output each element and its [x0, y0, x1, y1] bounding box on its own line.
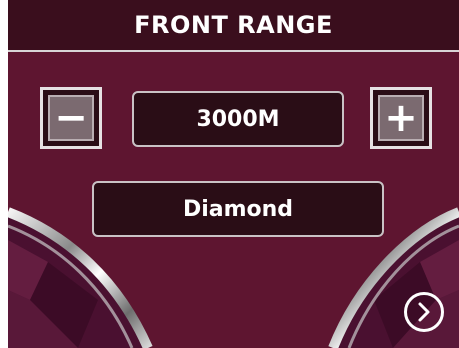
range-value: 3000M: [196, 106, 280, 132]
minus-icon: −: [48, 95, 94, 141]
chevron-right-circle-icon: [418, 302, 430, 322]
decrease-range-button[interactable]: −: [40, 87, 102, 149]
increase-range-button[interactable]: +: [370, 87, 432, 149]
page-title: FRONT RANGE: [134, 11, 333, 39]
title-bar: FRONT RANGE: [8, 0, 459, 52]
plus-icon: +: [378, 95, 424, 141]
mode-field[interactable]: Diamond: [92, 181, 384, 237]
mode-value: Diamond: [182, 196, 294, 222]
next-button[interactable]: [404, 292, 444, 332]
range-value-field: 3000M: [132, 91, 344, 147]
gem-decoration: [8, 207, 459, 348]
front-range-panel: FRONT RANGE − 3000M + Diamond: [8, 0, 459, 348]
